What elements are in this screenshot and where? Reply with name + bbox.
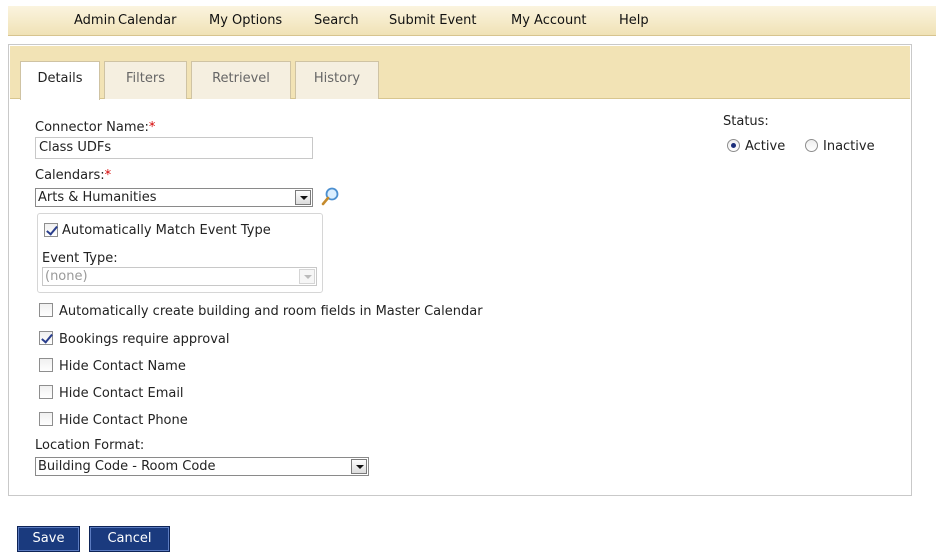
tab-details[interactable]: Details [20, 61, 100, 100]
connector-details-panel: Details Filters Retrievel History Connec… [8, 44, 912, 496]
connector-name-input[interactable]: Class UDFs [35, 137, 313, 159]
status-inactive-label: Inactive [823, 139, 875, 154]
status-inactive-radio[interactable] [805, 139, 818, 152]
create-building-room-label: Automatically create building and room f… [59, 304, 483, 319]
hide-contact-name-checkbox[interactable] [39, 358, 53, 372]
bookings-approval-checkbox[interactable] [39, 331, 53, 345]
menu-item-calendar[interactable]: Calendar [118, 13, 176, 28]
connector-name-label: Connector Name:* [35, 120, 155, 135]
event-type-select: (none) [42, 267, 317, 286]
location-format-select[interactable]: Building Code - Room Code [35, 457, 369, 476]
tab-history[interactable]: History [295, 61, 379, 99]
location-format-select-value: Building Code - Room Code [38, 459, 216, 474]
calendars-label: Calendars:* [35, 168, 111, 183]
hide-contact-email-checkbox[interactable] [39, 385, 53, 399]
event-type-group: Automatically Match Event Type Event Typ… [37, 213, 323, 293]
menu-item-my-account[interactable]: My Account [511, 13, 587, 28]
status-label: Status: [723, 114, 769, 129]
save-button[interactable]: Save [17, 526, 80, 552]
hide-contact-name-label: Hide Contact Name [59, 359, 186, 374]
status-active-radio[interactable] [727, 139, 740, 152]
required-asterisk: * [148, 120, 156, 135]
menu-item-submit-event[interactable]: Submit Event [389, 13, 477, 28]
tab-filters[interactable]: Filters [104, 61, 187, 99]
main-menu-bar: Admin Calendar My Options Search Submit … [8, 6, 936, 36]
auto-match-checkbox[interactable] [44, 223, 58, 237]
create-building-room-checkbox[interactable] [39, 303, 53, 317]
menu-item-help[interactable]: Help [619, 13, 649, 28]
bookings-approval-label: Bookings require approval [59, 332, 230, 347]
menu-item-search[interactable]: Search [314, 13, 359, 28]
required-asterisk: * [104, 168, 112, 183]
hide-contact-phone-label: Hide Contact Phone [59, 413, 188, 428]
event-type-select-value: (none) [45, 269, 88, 284]
hide-contact-email-label: Hide Contact Email [59, 386, 184, 401]
chevron-down-icon[interactable] [295, 190, 311, 205]
tab-retrievel[interactable]: Retrievel [191, 61, 291, 99]
location-format-label: Location Format: [35, 438, 145, 453]
menu-item-my-options[interactable]: My Options [209, 13, 282, 28]
hide-contact-phone-checkbox[interactable] [39, 412, 53, 426]
event-type-label: Event Type: [42, 251, 118, 266]
connector-name-label-text: Connector Name: [35, 120, 149, 135]
magnifier-icon[interactable] [321, 186, 341, 206]
chevron-down-icon[interactable] [351, 459, 367, 474]
status-active-label: Active [745, 139, 786, 154]
cancel-button[interactable]: Cancel [89, 526, 170, 552]
menu-item-admin[interactable]: Admin [74, 13, 115, 28]
auto-match-label: Automatically Match Event Type [62, 223, 271, 238]
calendars-label-text: Calendars: [35, 168, 105, 183]
tab-strip: Details Filters Retrievel History [10, 46, 910, 100]
calendars-select-value: Arts & Humanities [38, 190, 157, 205]
chevron-down-icon [299, 269, 315, 284]
calendars-select[interactable]: Arts & Humanities [35, 188, 313, 207]
